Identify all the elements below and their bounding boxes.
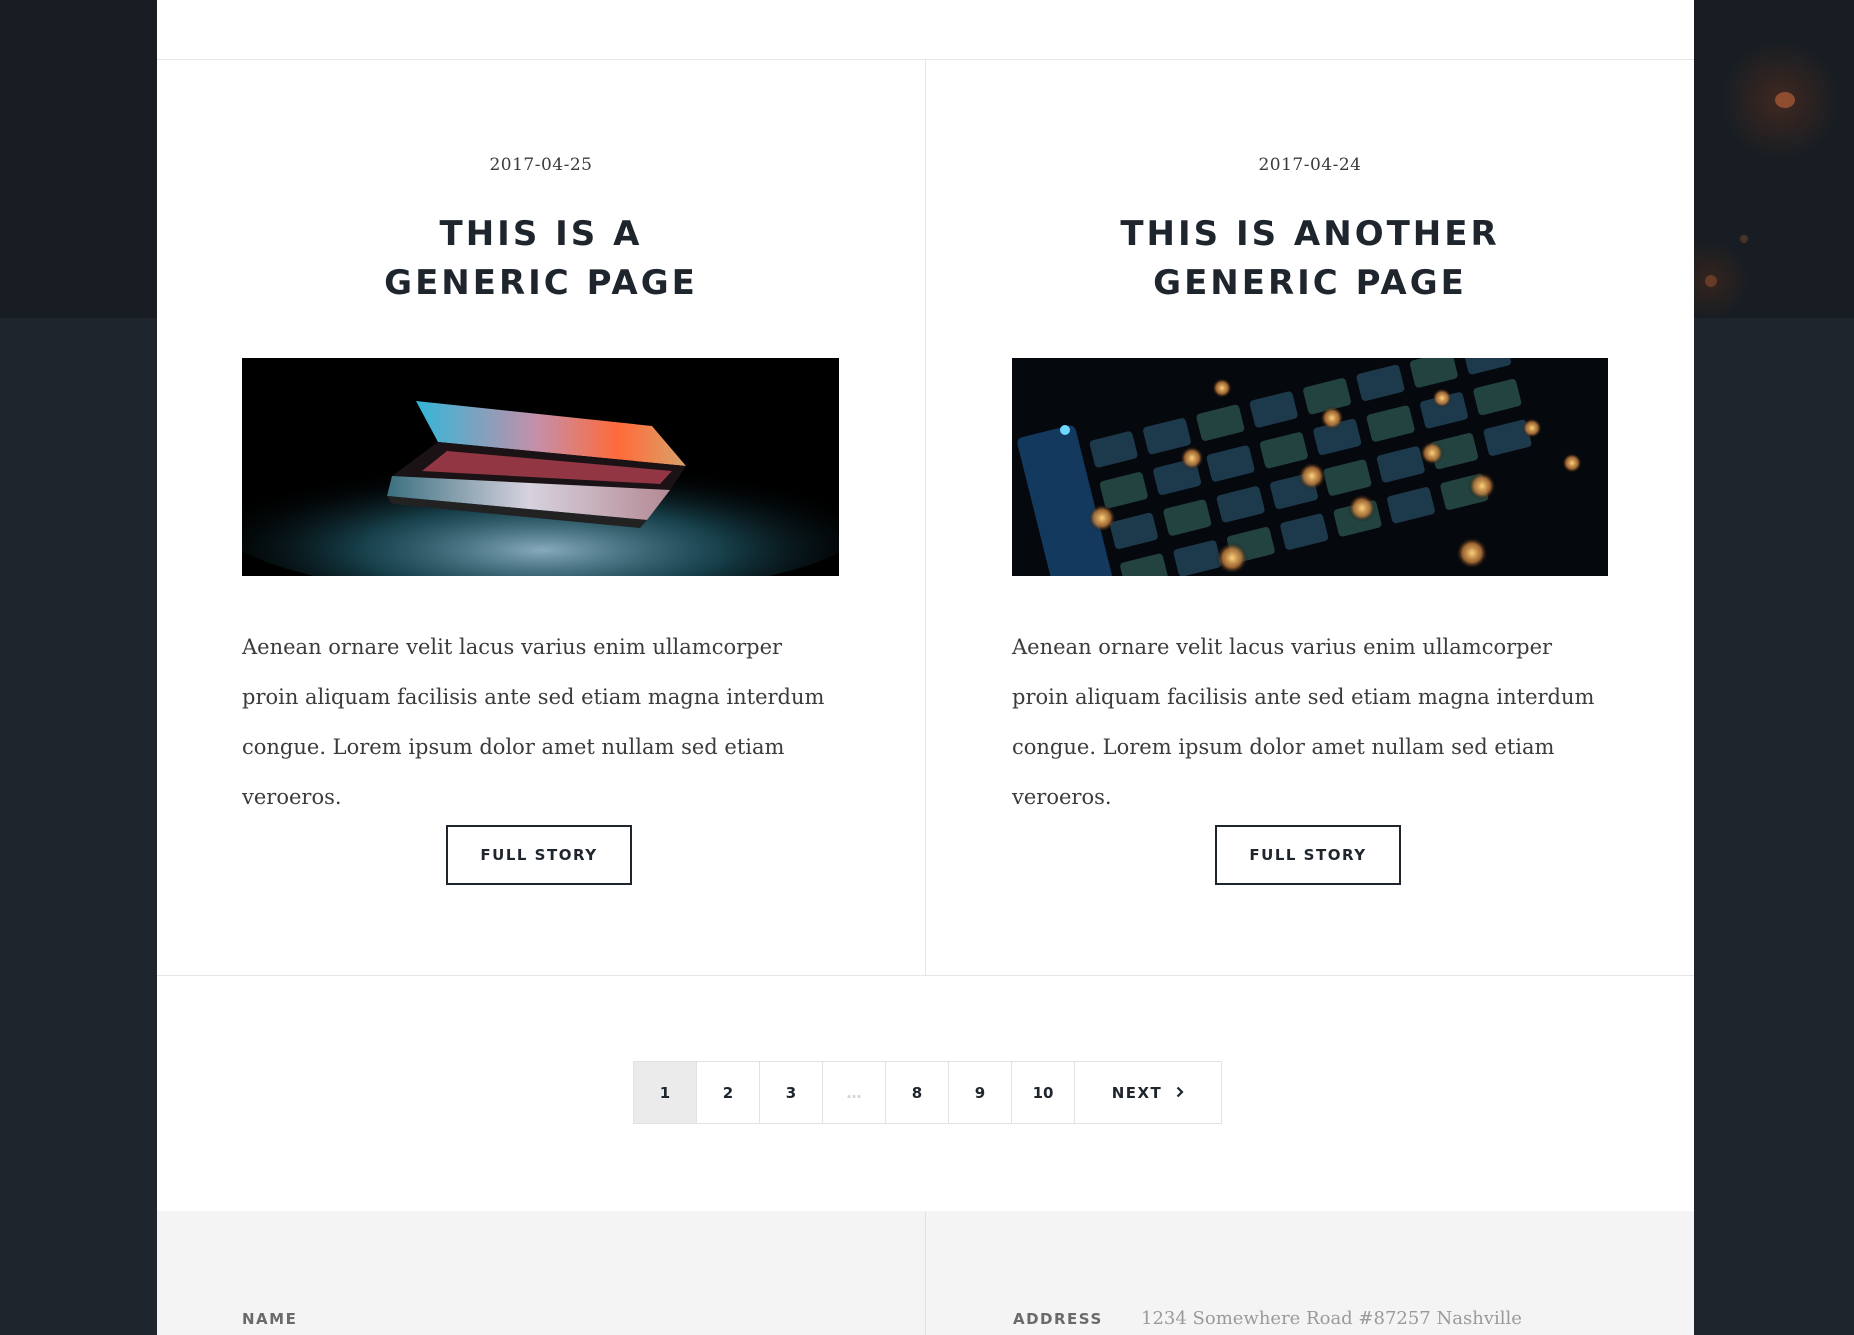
address-value: 1234 Somewhere Road #87257 Nashville (1141, 1308, 1522, 1329)
page-link[interactable]: 2 (697, 1062, 760, 1123)
next-page-label: NEXT (1111, 1083, 1163, 1102)
posts-grid: 2017-04-25 THIS IS A GENERIC PAGE Aenean… (157, 60, 1694, 976)
post-article: 2017-04-24 THIS IS ANOTHER GENERIC PAGE (926, 60, 1694, 975)
post-article: 2017-04-25 THIS IS A GENERIC PAGE Aenean… (157, 60, 926, 975)
post-title-line: GENERIC PAGE (384, 263, 698, 303)
page-ellipsis: … (823, 1062, 886, 1123)
post-title-line: THIS IS A (439, 214, 643, 254)
footer-contact: NAME ADDRESS 1234 Somewhere Road #87257 … (157, 1211, 1694, 1335)
post-date: 2017-04-24 (1258, 155, 1362, 175)
post-title-line: GENERIC PAGE (1153, 263, 1467, 303)
post-date: 2017-04-25 (489, 155, 593, 175)
background-bokeh-light (1705, 275, 1717, 287)
post-title[interactable]: THIS IS A GENERIC PAGE (157, 210, 925, 308)
full-story-button[interactable]: FULL STORY (446, 825, 632, 885)
name-label: NAME (242, 1310, 298, 1328)
background-bokeh-light (1775, 92, 1795, 108)
chevron-right-icon (1176, 1083, 1184, 1102)
page-link[interactable]: 3 (760, 1062, 823, 1123)
post-image-laptop[interactable] (242, 358, 839, 576)
keyboard-photo (1012, 358, 1608, 576)
background-bokeh-light (1740, 235, 1748, 243)
address-label: ADDRESS (1013, 1310, 1103, 1328)
post-excerpt: Aenean ornare velit lacus varius enim ul… (1012, 635, 1595, 809)
laptop-photo (242, 358, 839, 576)
full-story-button[interactable]: FULL STORY (1215, 825, 1401, 885)
page-link-current[interactable]: 1 (634, 1062, 697, 1123)
page-link[interactable]: 9 (949, 1062, 1012, 1123)
footer-divider (925, 1211, 926, 1335)
top-bar (157, 0, 1694, 60)
page-link[interactable]: 10 (1012, 1062, 1075, 1123)
post-title[interactable]: THIS IS ANOTHER GENERIC PAGE (926, 210, 1694, 308)
post-image-keyboard[interactable] (1012, 358, 1608, 576)
main-content: 2017-04-25 THIS IS A GENERIC PAGE Aenean… (157, 0, 1694, 1335)
post-excerpt: Aenean ornare velit lacus varius enim ul… (242, 635, 825, 809)
next-page-button[interactable]: NEXT (1075, 1062, 1221, 1123)
post-title-line: THIS IS ANOTHER (1120, 214, 1500, 254)
pagination: 1 2 3 … 8 9 10 NEXT (633, 1061, 1222, 1124)
page-link[interactable]: 8 (886, 1062, 949, 1123)
